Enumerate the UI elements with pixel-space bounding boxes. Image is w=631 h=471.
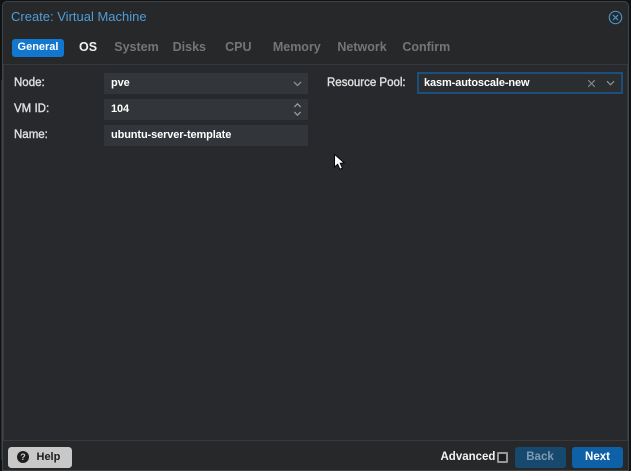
svg-text:?: ? — [20, 452, 26, 462]
